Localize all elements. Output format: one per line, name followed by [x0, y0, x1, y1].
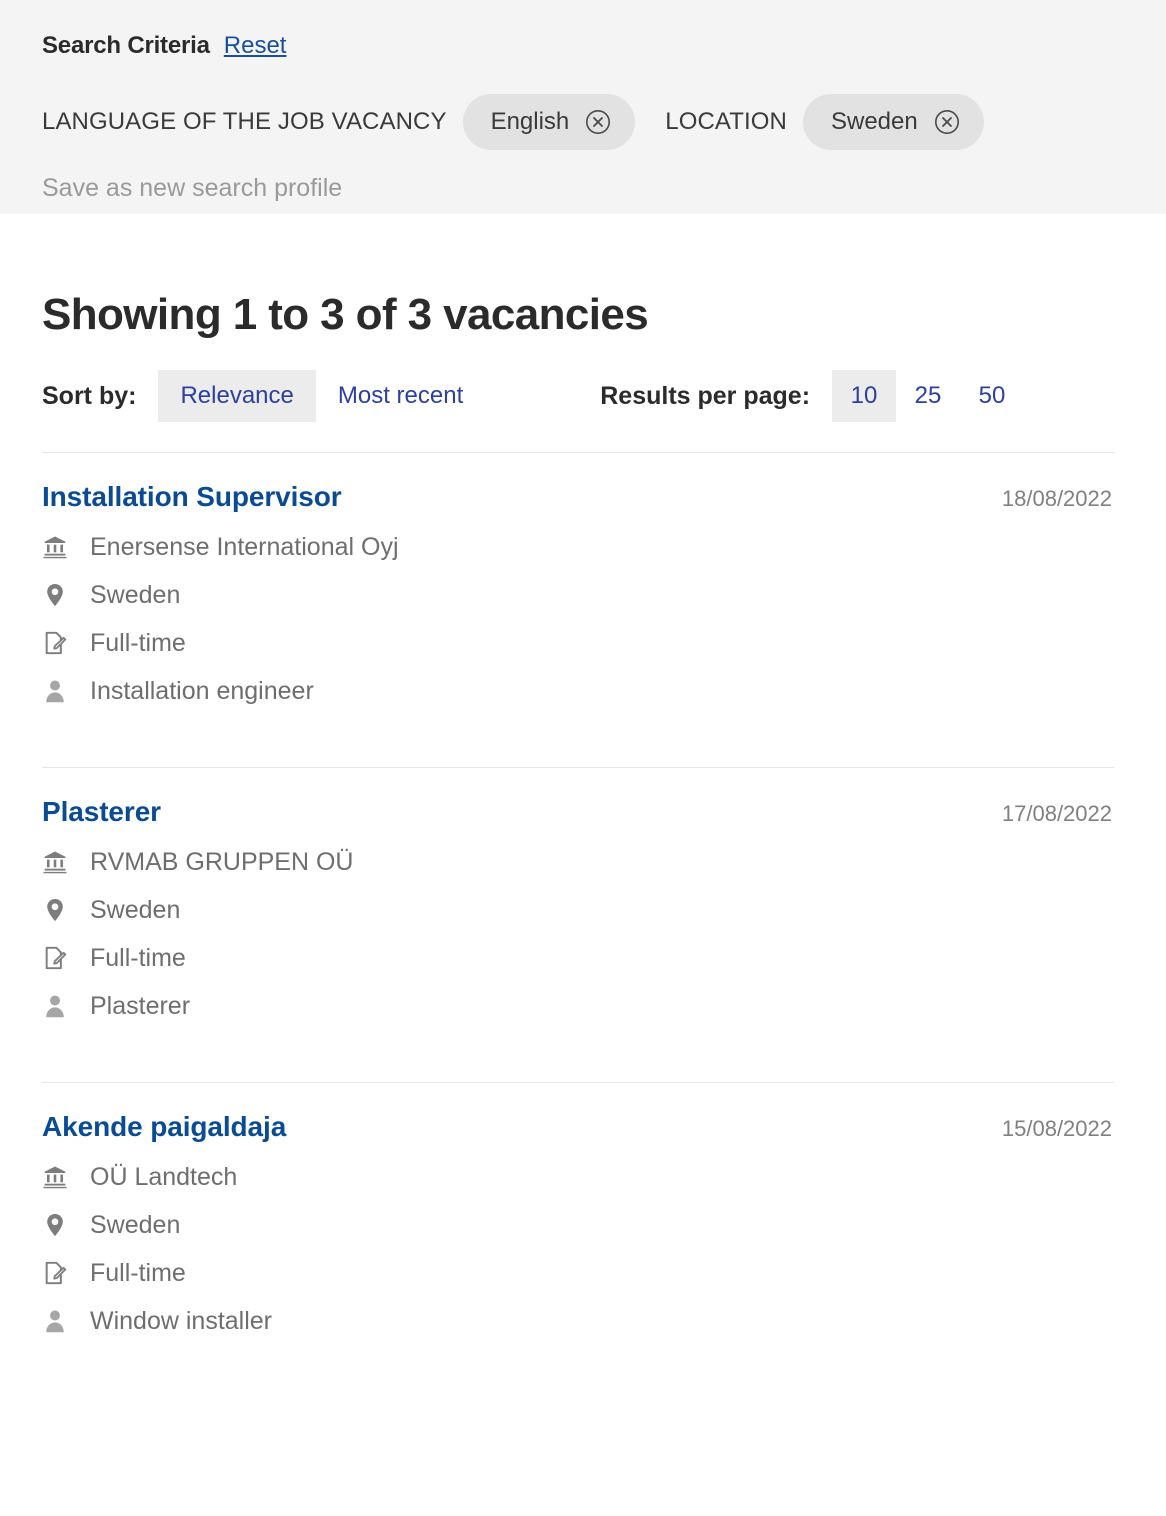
vacancy-company-row: OÜ Landtech [42, 1153, 1114, 1201]
map-pin-icon [42, 1212, 76, 1238]
sort-option-relevance[interactable]: Relevance [158, 370, 316, 423]
vacancy-location: Sweden [90, 895, 181, 924]
results-per-page-label: Results per page: [600, 381, 811, 410]
person-icon [42, 993, 76, 1019]
vacancy-contract-row: Full-time [42, 934, 1114, 982]
filter-chip-language[interactable]: English [462, 94, 636, 150]
vacancy-location: Sweden [90, 580, 181, 609]
vacancy-header: Akende paigaldaja 15/08/2022 [42, 1111, 1114, 1143]
search-criteria-header: Search Criteria Reset [42, 32, 1114, 66]
vacancy-date: 15/08/2022 [1001, 1116, 1112, 1142]
vacancy-contract-type: Full-time [90, 943, 186, 972]
save-search-profile-button[interactable]: Save as new search profile [42, 174, 1114, 203]
facet-label-location: LOCATION [665, 108, 787, 135]
results-controls: Sort by: Relevance Most recent Results p… [42, 370, 1114, 423]
vacancy-result-item[interactable]: Installation Supervisor 18/08/2022 Eners… [42, 453, 1114, 737]
sort-option-most-recent[interactable]: Most recent [316, 370, 485, 422]
vacancy-location-row: Sweden [42, 571, 1114, 619]
filter-chip-language-label: English [490, 108, 570, 135]
filter-chip-location-label: Sweden [830, 108, 918, 135]
vacancy-result-item[interactable]: Plasterer 17/08/2022 RVMAB GRUPPEN OÜ Sw… [42, 768, 1114, 1052]
vacancy-header: Installation Supervisor 18/08/2022 [42, 481, 1114, 513]
vacancy-meta-list: Enersense International Oyj Sweden Full-… [42, 523, 1114, 715]
vacancy-title-link[interactable]: Installation Supervisor [42, 481, 342, 513]
close-circle-icon[interactable] [585, 109, 611, 135]
vacancy-occupation-row: Installation engineer [42, 667, 1114, 715]
vacancy-date: 17/08/2022 [1001, 801, 1112, 827]
results-per-page-options: 10 25 50 [832, 370, 1024, 423]
vacancy-title-link[interactable]: Akende paigaldaja [42, 1111, 286, 1143]
vacancy-result-item[interactable]: Akende paigaldaja 15/08/2022 OÜ Landtech [42, 1083, 1114, 1367]
per-page-option-10[interactable]: 10 [832, 370, 897, 423]
document-edit-icon [42, 945, 76, 971]
results-section: Showing 1 to 3 of 3 vacancies Sort by: R… [0, 214, 1166, 1367]
vacancy-location: Sweden [90, 1210, 181, 1239]
sort-by-options: Relevance Most recent [158, 370, 485, 423]
vacancy-occupation-row: Plasterer [42, 982, 1114, 1030]
vacancy-header: Plasterer 17/08/2022 [42, 796, 1114, 828]
bank-icon [42, 1164, 76, 1190]
map-pin-icon [42, 897, 76, 923]
vacancy-meta-list: RVMAB GRUPPEN OÜ Sweden Full-time Plaste… [42, 838, 1114, 1030]
vacancy-company: OÜ Landtech [90, 1162, 238, 1191]
filter-chip-location[interactable]: Sweden [802, 94, 984, 150]
reset-link[interactable]: Reset [224, 32, 287, 60]
map-pin-icon [42, 582, 76, 608]
vacancy-occupation: Plasterer [90, 991, 191, 1020]
vacancy-contract-type: Full-time [90, 628, 186, 657]
person-icon [42, 1308, 76, 1334]
vacancy-occupation: Window installer [90, 1306, 273, 1335]
facet-label-language: LANGUAGE OF THE JOB VACANCY [42, 108, 447, 135]
document-edit-icon [42, 1260, 76, 1286]
vacancy-occupation: Installation engineer [90, 676, 314, 705]
vacancy-location-row: Sweden [42, 886, 1114, 934]
vacancy-contract-row: Full-time [42, 619, 1114, 667]
vacancy-location-row: Sweden [42, 1201, 1114, 1249]
bank-icon [42, 534, 76, 560]
sort-by-label: Sort by: [42, 381, 137, 410]
vacancy-company-row: RVMAB GRUPPEN OÜ [42, 838, 1114, 886]
search-criteria-title: Search Criteria [42, 32, 210, 59]
vacancy-date: 18/08/2022 [1001, 486, 1112, 512]
vacancy-meta-list: OÜ Landtech Sweden Full-time Window inst… [42, 1153, 1114, 1345]
bank-icon [42, 849, 76, 875]
vacancy-company-row: Enersense International Oyj [42, 523, 1114, 571]
vacancy-company: Enersense International Oyj [90, 532, 399, 561]
search-criteria-panel: Search Criteria Reset LANGUAGE OF THE JO… [0, 0, 1166, 214]
results-count-heading: Showing 1 to 3 of 3 vacancies [42, 290, 649, 339]
vacancy-title-link[interactable]: Plasterer [42, 796, 161, 828]
vacancy-contract-row: Full-time [42, 1249, 1114, 1297]
per-page-option-50[interactable]: 50 [960, 370, 1024, 422]
document-edit-icon [42, 630, 76, 656]
person-icon [42, 678, 76, 704]
vacancy-contract-type: Full-time [90, 1258, 186, 1287]
close-circle-icon[interactable] [934, 109, 960, 135]
vacancy-occupation-row: Window installer [42, 1297, 1114, 1345]
active-filters-row: LANGUAGE OF THE JOB VACANCY English LOCA… [42, 94, 1114, 150]
vacancy-company: RVMAB GRUPPEN OÜ [90, 847, 354, 876]
per-page-option-25[interactable]: 25 [896, 370, 960, 422]
